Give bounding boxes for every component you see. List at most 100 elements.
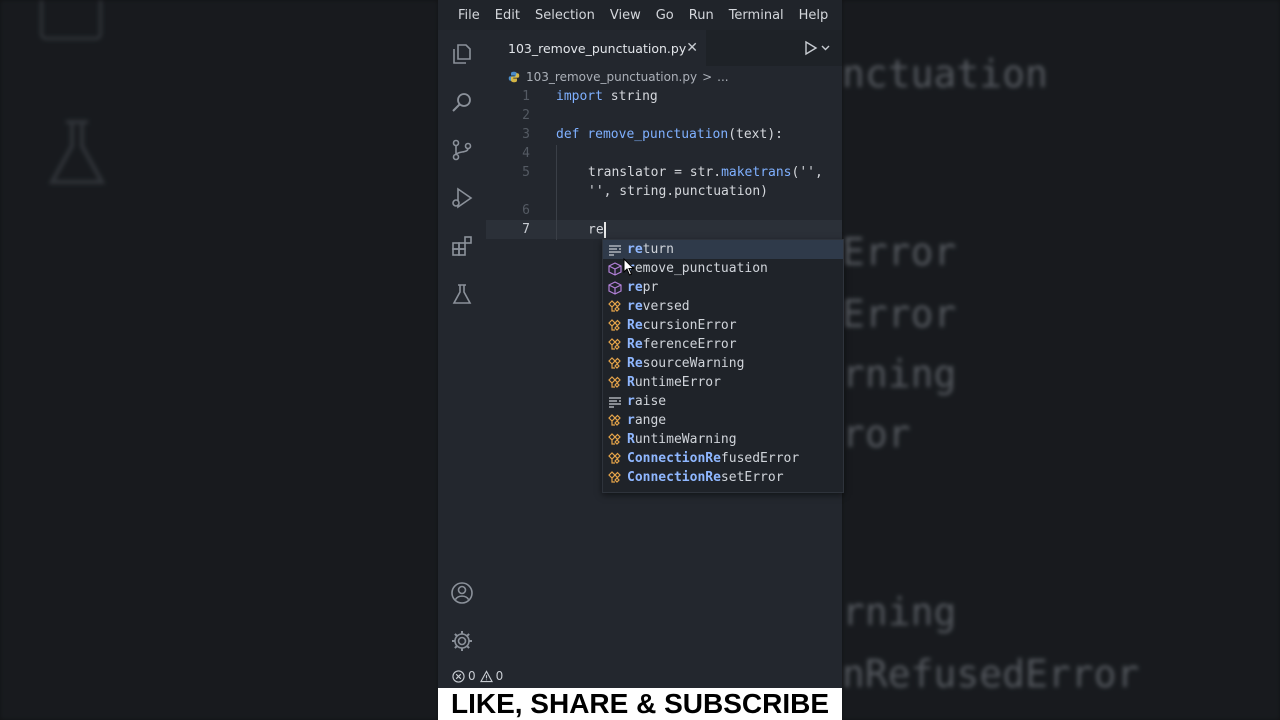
suggestion-rest: emove_punctuation: [634, 261, 768, 276]
ghost-text: rning: [842, 352, 957, 396]
menu-selection[interactable]: Selection: [535, 8, 595, 23]
editor-tab[interactable]: 103_remove_punctuation.py ✕: [486, 30, 706, 66]
suggestion-rest: turn: [642, 242, 674, 257]
suggestion-item[interactable]: re pr: [603, 278, 843, 297]
code-line-7: re: [588, 222, 606, 238]
ghost-text: ror: [842, 412, 911, 456]
class-icon: [608, 375, 621, 388]
code-line-5: translator = str.maketrans('',: [588, 165, 823, 180]
breadcrumb-file[interactable]: 103_remove_punctuation.py: [526, 70, 697, 84]
suggestion-match: ConnectionRe: [627, 470, 721, 485]
extensions-icon[interactable]: [450, 234, 474, 258]
menu-run[interactable]: Run: [689, 8, 714, 23]
method-cube-icon: [608, 280, 622, 295]
suggestion-match: Re: [627, 337, 643, 352]
status-bar: 0 0: [438, 664, 842, 688]
text-cursor: [603, 222, 606, 238]
suggestion-rest: pr: [642, 280, 659, 295]
suggestion-item[interactable]: Re sourceWarning: [603, 354, 843, 373]
files-icon: [40, 0, 102, 40]
ghost-text: nRefusedError: [842, 652, 1140, 696]
explorer-icon[interactable]: [450, 42, 474, 66]
suggestion-match: Re: [627, 318, 643, 333]
menu-go[interactable]: Go: [656, 8, 674, 23]
menu-help[interactable]: Help: [799, 8, 829, 23]
line-number: 6: [522, 203, 530, 218]
suggestion-match: re: [627, 242, 643, 257]
suggestion-rest: untimeError: [634, 375, 721, 390]
class-icon: [608, 432, 621, 445]
suggestion-item[interactable]: r aise: [603, 392, 843, 411]
suggestion-rest: setError: [720, 470, 784, 485]
class-icon: [608, 451, 621, 464]
code-line-3: def remove_punctuation(text):: [556, 127, 783, 142]
maketrans-args-start: ('',: [791, 165, 823, 180]
menu-file[interactable]: File: [458, 8, 480, 23]
suggestion-rest: fusedError: [720, 451, 800, 466]
suggestion-item[interactable]: re versed: [603, 297, 843, 316]
suggestion-item[interactable]: re turn: [603, 240, 843, 259]
ghost-text: rning: [842, 590, 957, 634]
suggestion-rest: versed: [642, 299, 690, 314]
testing-flask-icon[interactable]: [450, 282, 474, 306]
python-file-icon: [508, 71, 520, 83]
suggestion-match: ConnectionRe: [627, 451, 721, 466]
close-tab-icon[interactable]: ✕: [686, 40, 698, 56]
suggestion-item[interactable]: remove_punctuation: [603, 259, 843, 278]
ghost-text: Error: [842, 292, 957, 336]
suggestion-match: r: [627, 413, 635, 428]
mouse-cursor-icon: [623, 258, 635, 276]
suggestion-match: re: [627, 280, 643, 295]
warning-count[interactable]: 0: [496, 669, 504, 683]
error-count[interactable]: 0: [468, 669, 476, 683]
suggestion-match: R: [627, 375, 635, 390]
source-control-icon[interactable]: [450, 138, 474, 162]
activity-bar: [438, 30, 486, 664]
code-line-5-wrapped: '', string.punctuation): [588, 184, 768, 199]
menu-view[interactable]: View: [610, 8, 641, 23]
class-icon: [608, 337, 621, 350]
suggestion-match: Re: [627, 356, 643, 371]
function-signature: (text):: [728, 127, 783, 142]
run-file-icon[interactable]: [804, 40, 832, 56]
line-number: 7: [522, 222, 530, 237]
indent-guide: [556, 145, 557, 240]
account-icon[interactable]: [450, 581, 474, 605]
line-number: 1: [522, 89, 530, 104]
menu-edit[interactable]: Edit: [495, 8, 520, 23]
maketrans-args-end: '', string.punctuation): [588, 184, 769, 199]
menu-bar: File Edit Selection View Go Run Terminal…: [438, 0, 842, 30]
class-icon: [608, 470, 621, 483]
line-number: 4: [522, 146, 530, 161]
suggestion-rest: untimeWarning: [634, 432, 737, 447]
translator-assign: translator = str.: [588, 165, 722, 180]
breadcrumb-more[interactable]: ...: [717, 70, 728, 84]
class-icon: [608, 299, 621, 312]
suggestion-item[interactable]: r ange: [603, 411, 843, 430]
line-number: 5: [522, 165, 530, 180]
class-icon: [608, 356, 621, 369]
suggestion-match: re: [627, 299, 643, 314]
typed-text: re: [588, 222, 604, 238]
error-icon: [452, 669, 465, 683]
menu-terminal[interactable]: Terminal: [729, 8, 784, 23]
suggestion-item[interactable]: Re cursionError: [603, 316, 843, 335]
suggestion-match: r: [627, 394, 635, 409]
suggestion-item[interactable]: ConnectionRe setError: [603, 468, 843, 487]
line-number: 3: [522, 127, 530, 142]
function-name: remove_punctuation: [587, 127, 729, 142]
suggestion-item[interactable]: RuntimeWarning: [603, 430, 843, 449]
suggestion-item[interactable]: RuntimeError: [603, 373, 843, 392]
suggestion-item[interactable]: ConnectionRe fusedError: [603, 449, 843, 468]
subscribe-banner: LIKE, SHARE & SUBSCRIBE: [438, 688, 842, 720]
suggestion-rest: ferenceError: [642, 337, 737, 352]
keyword-def: def: [556, 127, 580, 142]
suggestion-rest: aise: [634, 394, 667, 409]
line-number: 2: [522, 108, 530, 123]
run-debug-icon[interactable]: [450, 186, 474, 210]
settings-gear-icon[interactable]: [450, 629, 474, 653]
blurred-background-right: nctuation Error Error rning ror rning nR…: [842, 0, 1280, 720]
search-icon[interactable]: [450, 90, 474, 114]
suggestion-item[interactable]: Re ferenceError: [603, 335, 843, 354]
tab-label: 103_remove_punctuation.py: [508, 40, 687, 56]
